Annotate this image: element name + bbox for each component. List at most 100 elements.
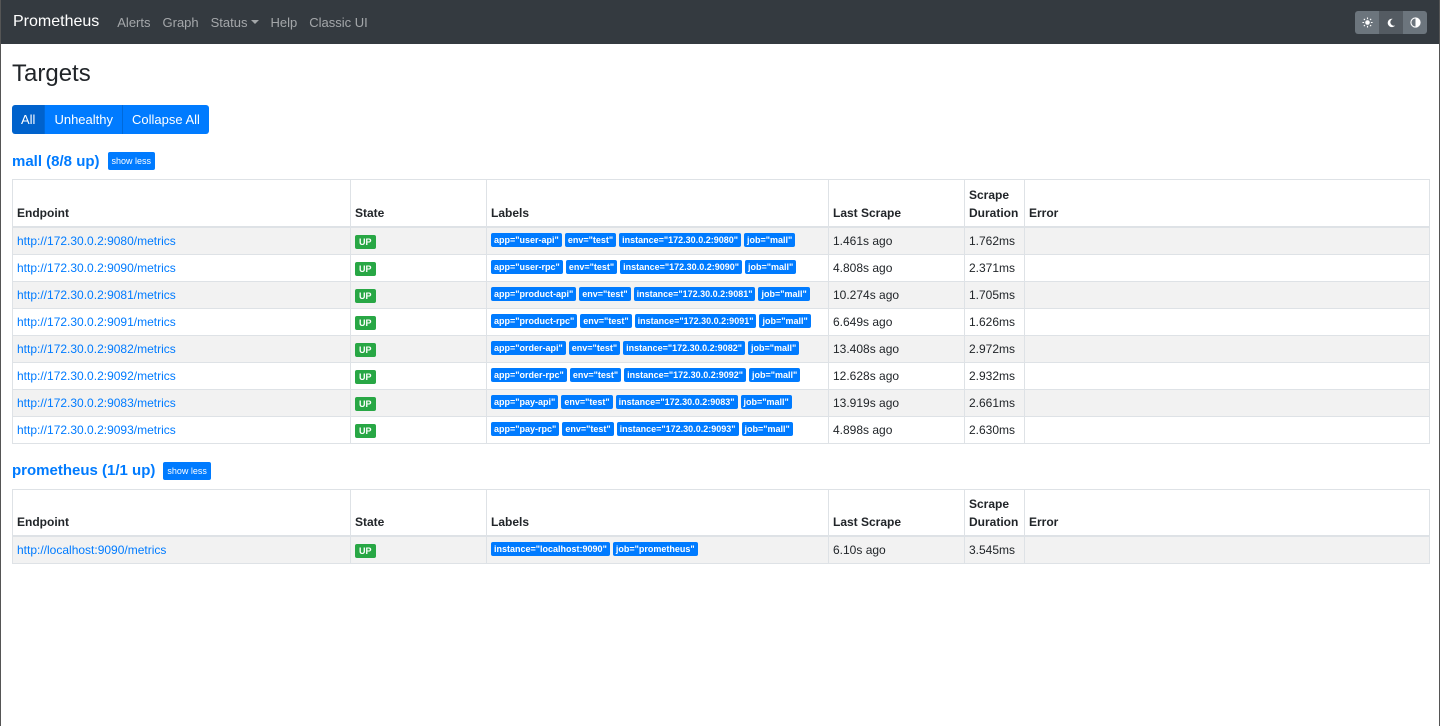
pool-header: prometheus (1/1 up) show less: [12, 461, 1428, 481]
table-row: http://172.30.0.2:9092/metrics UP app="ord…: [12, 361, 1430, 390]
endpoint-link[interactable]: http://172.30.0.2:9092/metrics: [17, 369, 176, 383]
endpoint-link[interactable]: http://172.30.0.2:9083/metrics: [17, 396, 176, 410]
scrape-duration: 2.371ms: [964, 253, 1025, 282]
label-badge: app="pay-rpc": [491, 421, 560, 436]
nav-graph[interactable]: Graph: [163, 15, 199, 30]
brand-link[interactable]: Prometheus: [13, 13, 99, 31]
endpoint-link[interactable]: http://172.30.0.2:9091/metrics: [17, 315, 176, 329]
label-badge: env="test": [569, 367, 622, 382]
chevron-down-icon: [250, 20, 259, 24]
last-scrape: 1.461s ago: [828, 226, 965, 255]
column-header: Error: [1024, 488, 1430, 537]
label-badge: env="test": [564, 232, 617, 247]
column-header: State: [350, 179, 487, 228]
table-row: http://172.30.0.2:9081/metrics UP app="pro…: [12, 280, 1430, 309]
last-scrape: 13.408s ago: [828, 334, 965, 363]
show-less-button[interactable]: show less: [163, 461, 211, 480]
last-scrape: 4.808s ago: [828, 253, 965, 282]
label-badge: job="mall": [744, 232, 796, 247]
column-header: Labels: [486, 488, 829, 537]
endpoint-link[interactable]: http://172.30.0.2:9080/metrics: [17, 234, 176, 248]
scrape-duration: 1.705ms: [964, 280, 1025, 309]
label-badge: app="pay-api": [491, 394, 559, 409]
status-badge: UP: [355, 544, 376, 558]
label-badge: instance="172.30.0.2:9083": [615, 394, 738, 409]
label-badge: job="mall": [749, 367, 801, 382]
endpoint-link[interactable]: http://172.30.0.2:9093/metrics: [17, 423, 176, 437]
table-row: http://172.30.0.2:9082/metrics UP app="ord…: [12, 334, 1430, 363]
column-header: Endpoint: [12, 179, 351, 228]
labels-cell: app="user-rpc" env="test" instance="172.30…: [486, 253, 829, 282]
status-badge: UP: [355, 288, 376, 303]
pool-title-link[interactable]: prometheus (1/1 up): [12, 462, 155, 479]
error-cell: [1024, 388, 1430, 417]
target-pools: mall (8/8 up) show less Endpoint State Label…: [12, 151, 1430, 564]
scrape-duration: 1.762ms: [964, 226, 1025, 255]
label-badge: app="order-api": [491, 340, 566, 355]
nav-help[interactable]: Help: [271, 15, 298, 30]
label-badge: env="test": [561, 394, 613, 409]
scrape-duration: 1.626ms: [964, 307, 1025, 336]
label-badge: instance="localhost:9090": [491, 542, 610, 556]
table-row: http://172.30.0.2:9090/metrics UP app="use…: [12, 253, 1430, 282]
error-cell: [1024, 226, 1430, 255]
label-badge: job="mall": [745, 259, 797, 274]
labels-cell: app="user-api" env="test" instance="172.30…: [486, 226, 829, 255]
label-badge: env="test": [568, 340, 621, 355]
label-badge: job="mall": [747, 340, 800, 355]
column-header: Error: [1024, 179, 1430, 228]
main-content: Targets All Unhealthy Collapse All mall …: [1, 60, 1439, 564]
label-badge: instance="172.30.0.2:9080": [619, 232, 741, 247]
show-less-button[interactable]: show less: [107, 152, 156, 170]
label-badge: app="user-rpc": [491, 259, 563, 274]
table-row: http://172.30.0.2:9093/metrics UP app="pay…: [12, 415, 1430, 444]
last-scrape: 4.898s ago: [828, 415, 965, 444]
column-header: Last Scrape: [828, 179, 965, 228]
label-badge: job="prometheus": [612, 542, 698, 556]
collapse-all-button[interactable]: Collapse All: [123, 105, 209, 134]
error-cell: [1024, 361, 1430, 390]
filter-all-button[interactable]: All: [12, 105, 46, 134]
last-scrape: 13.919s ago: [828, 388, 965, 417]
label-badge: instance="172.30.0.2:9082": [623, 340, 745, 355]
filter-button-group: All Unhealthy Collapse All: [12, 105, 209, 134]
label-badge: job="mall": [759, 313, 811, 328]
endpoint-link[interactable]: http://172.30.0.2:9090/metrics: [17, 261, 176, 275]
scrape-duration: 2.972ms: [964, 334, 1025, 363]
theme-toggle-group: [1355, 11, 1427, 34]
column-header: Scrape Duration: [964, 488, 1025, 537]
moon-icon[interactable]: [1379, 11, 1403, 34]
last-scrape: 6.649s ago: [828, 307, 965, 336]
labels-cell: app="pay-rpc" env="test" instance="172.30.…: [486, 415, 829, 444]
filter-unhealthy-button[interactable]: Unhealthy: [45, 105, 123, 134]
table-row: http://localhost:9090/metrics UP instance=…: [12, 535, 1430, 564]
pool-title-link[interactable]: mall (8/8 up): [12, 153, 100, 170]
label-badge: instance="172.30.0.2:9091": [634, 313, 757, 328]
error-cell: [1024, 253, 1430, 282]
nav-status-dropdown[interactable]: Status: [211, 15, 259, 30]
nav-classic-ui[interactable]: Classic UI: [309, 15, 368, 30]
scrape-duration: 2.630ms: [964, 415, 1025, 444]
labels-cell: app="product-rpc" env="test" instance="172…: [486, 307, 829, 336]
table-header-row: Endpoint State Labels Last Scrape Scrape Dur…: [12, 488, 1430, 537]
pool-header: mall (8/8 up) show less: [12, 151, 1428, 171]
nav-alerts[interactable]: Alerts: [117, 15, 150, 30]
endpoint-link[interactable]: http://172.30.0.2:9082/metrics: [17, 342, 176, 356]
table-row: http://172.30.0.2:9083/metrics UP app="pay…: [12, 388, 1430, 417]
label-badge: job="mall": [758, 286, 810, 301]
status-badge: UP: [355, 396, 376, 411]
label-badge: instance="172.30.0.2:9092": [624, 367, 746, 382]
contrast-icon[interactable]: [1403, 11, 1427, 34]
label-badge: job="mall": [740, 394, 792, 409]
column-header: State: [350, 488, 487, 537]
status-badge: UP: [355, 342, 376, 357]
endpoint-link[interactable]: http://172.30.0.2:9081/metrics: [17, 288, 176, 302]
label-badge: instance="172.30.0.2:9093": [616, 421, 739, 436]
status-badge: UP: [355, 369, 376, 384]
sun-icon[interactable]: [1355, 11, 1379, 34]
endpoint-link[interactable]: http://localhost:9090/metrics: [17, 543, 166, 557]
error-cell: [1024, 307, 1430, 336]
nav-status-label: Status: [210, 14, 248, 30]
scrape-duration: 2.661ms: [964, 388, 1025, 417]
column-header: Scrape Duration: [964, 179, 1025, 228]
